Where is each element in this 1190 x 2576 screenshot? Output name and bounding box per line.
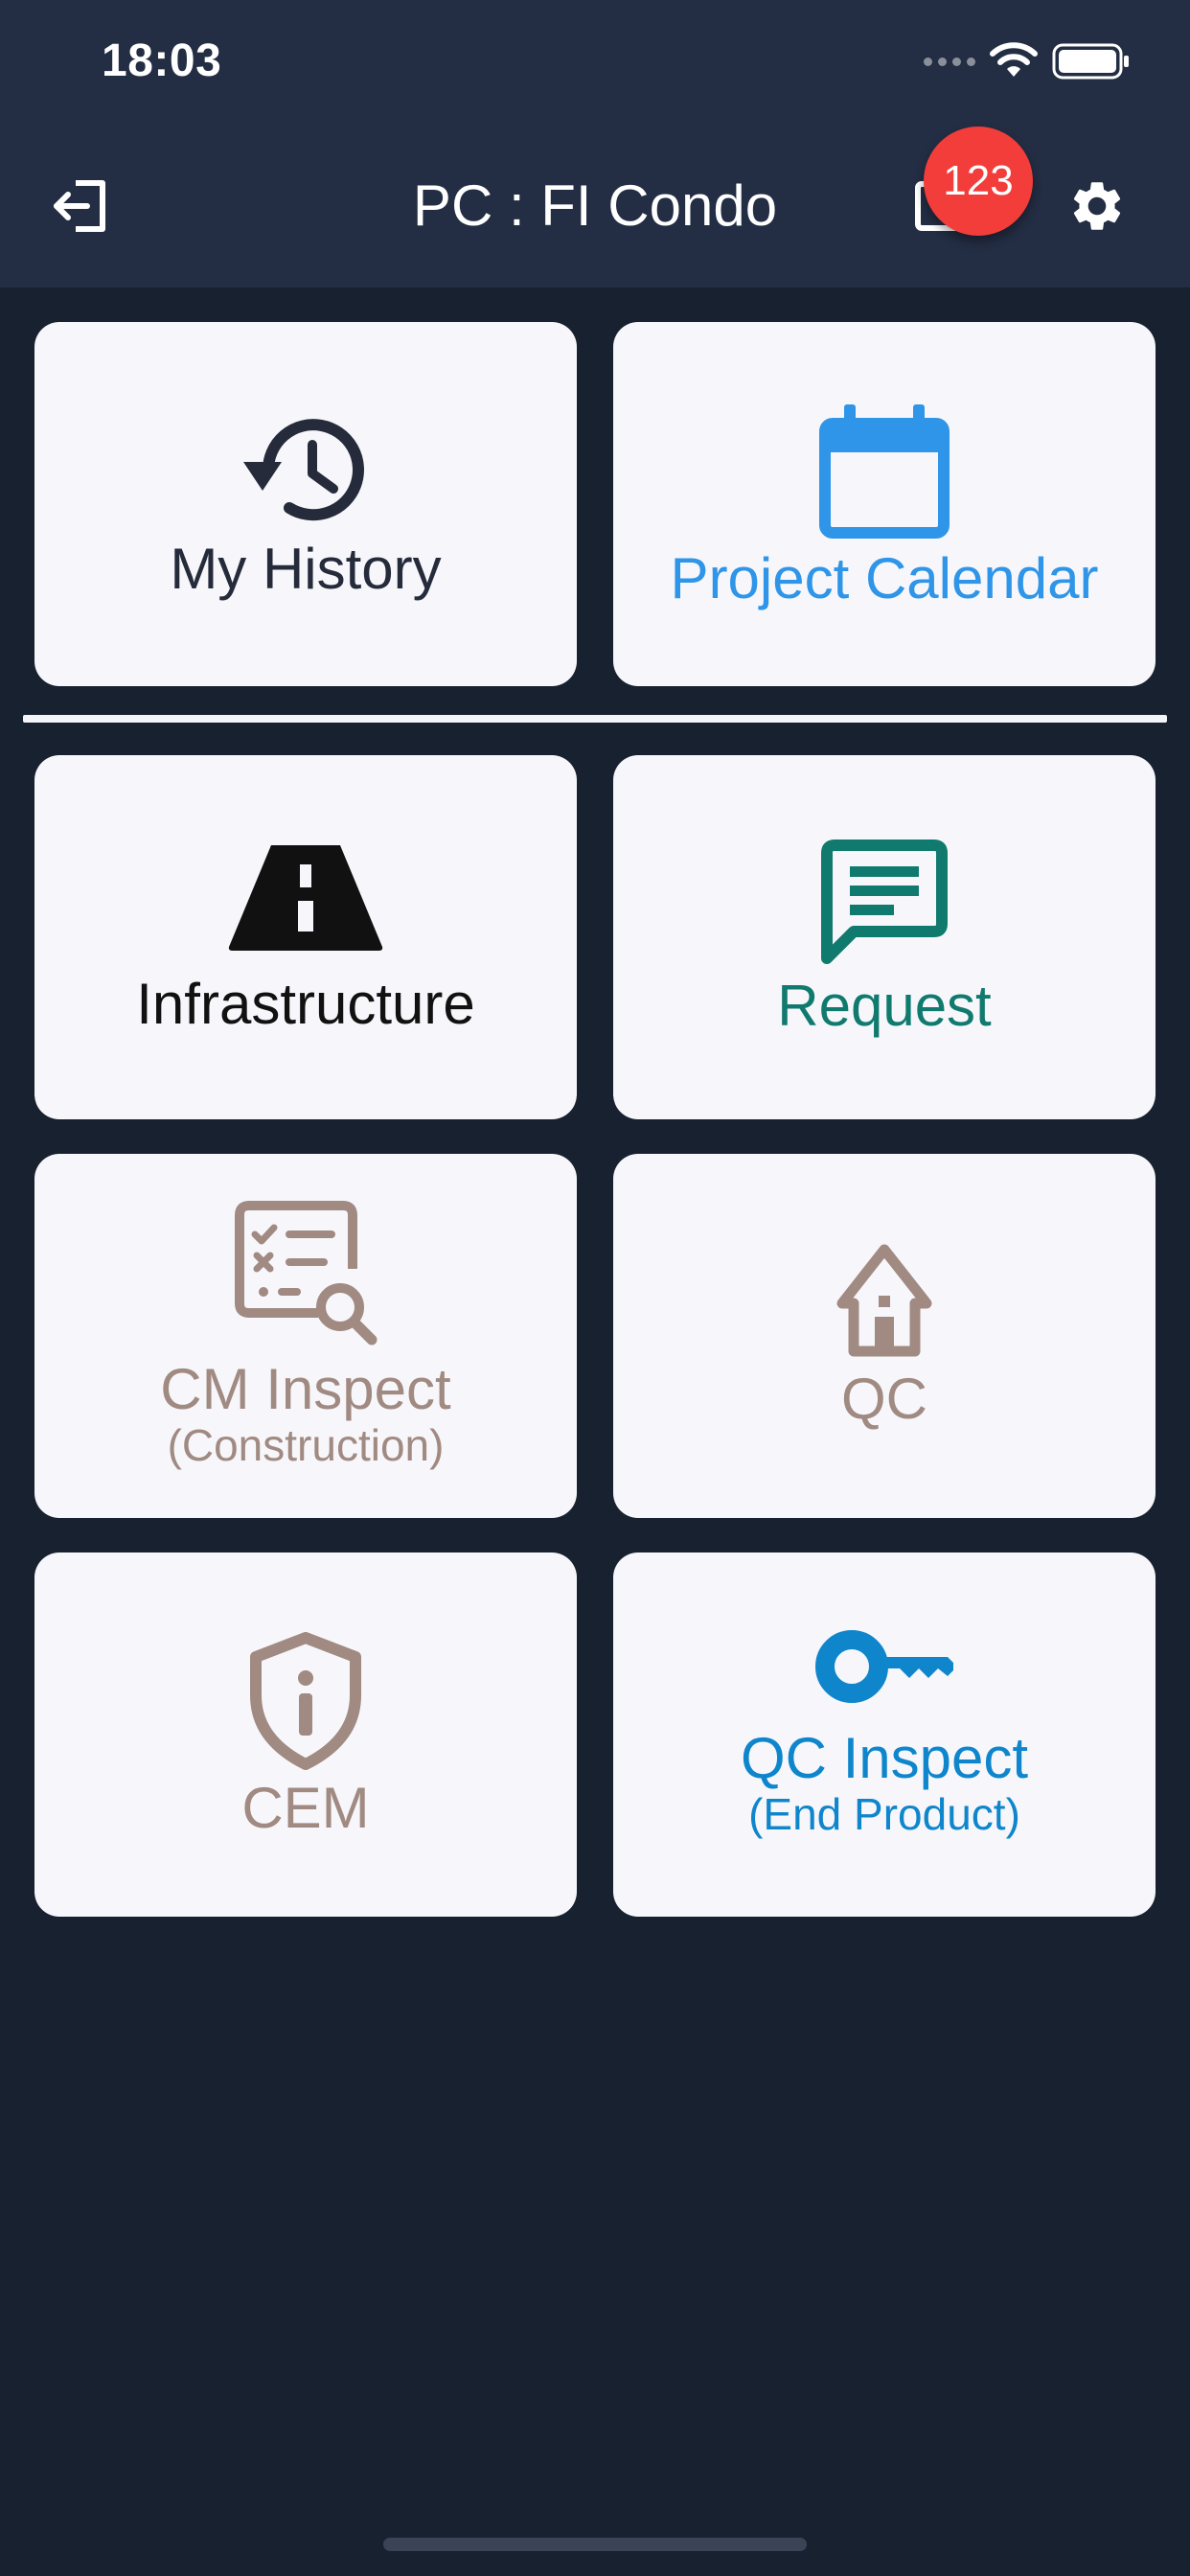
calendar-icon — [817, 401, 951, 540]
tile-sublabel: (End Product) — [748, 1788, 1020, 1839]
battery-icon — [1052, 43, 1129, 80]
notification-badge[interactable]: 123 — [924, 126, 1033, 236]
tile-request[interactable]: Request — [613, 755, 1156, 1119]
tile-label: My History — [170, 536, 442, 601]
wifi-icon — [990, 42, 1038, 77]
tile-cm-inspect[interactable]: CM Inspect (Construction) — [34, 1154, 577, 1518]
cellular-signal-icon — [924, 57, 975, 66]
road-icon — [227, 841, 384, 954]
tile-label: QC Inspect — [740, 1725, 1029, 1790]
app-screen: 18:03 PC : FI Condo 123 My History Proje… — [0, 0, 1190, 2576]
shield-info-icon — [248, 1631, 363, 1770]
tile-label: Request — [777, 973, 992, 1038]
top-bar: 18:03 PC : FI Condo 123 — [0, 0, 1190, 288]
tile-label: Infrastructure — [136, 971, 475, 1036]
house-icon — [835, 1244, 934, 1357]
tile-cem[interactable]: CEM — [34, 1552, 577, 1917]
tile-my-history[interactable]: My History — [34, 322, 577, 686]
history-icon — [234, 410, 378, 531]
gear-icon — [1073, 182, 1121, 230]
tile-qc-inspect[interactable]: QC Inspect (End Product) — [613, 1552, 1156, 1917]
tile-label: QC — [841, 1366, 927, 1431]
tile-qc[interactable]: QC — [613, 1154, 1156, 1518]
tile-project-calendar[interactable]: Project Calendar — [613, 322, 1156, 686]
section-divider — [23, 715, 1167, 723]
tile-label: CEM — [241, 1775, 370, 1840]
tile-label: Project Calendar — [670, 545, 1099, 610]
home-indicator[interactable] — [383, 2538, 807, 2551]
tile-sublabel: (Construction) — [167, 1419, 445, 1470]
status-icons — [924, 42, 1131, 80]
checklist-search-icon — [232, 1200, 379, 1349]
message-icon — [817, 839, 951, 964]
settings-button[interactable] — [1054, 168, 1140, 244]
tile-infrastructure[interactable]: Infrastructure — [34, 755, 577, 1119]
status-time: 18:03 — [102, 35, 222, 86]
key-icon — [815, 1628, 953, 1705]
tile-label: CM Inspect — [160, 1356, 451, 1421]
